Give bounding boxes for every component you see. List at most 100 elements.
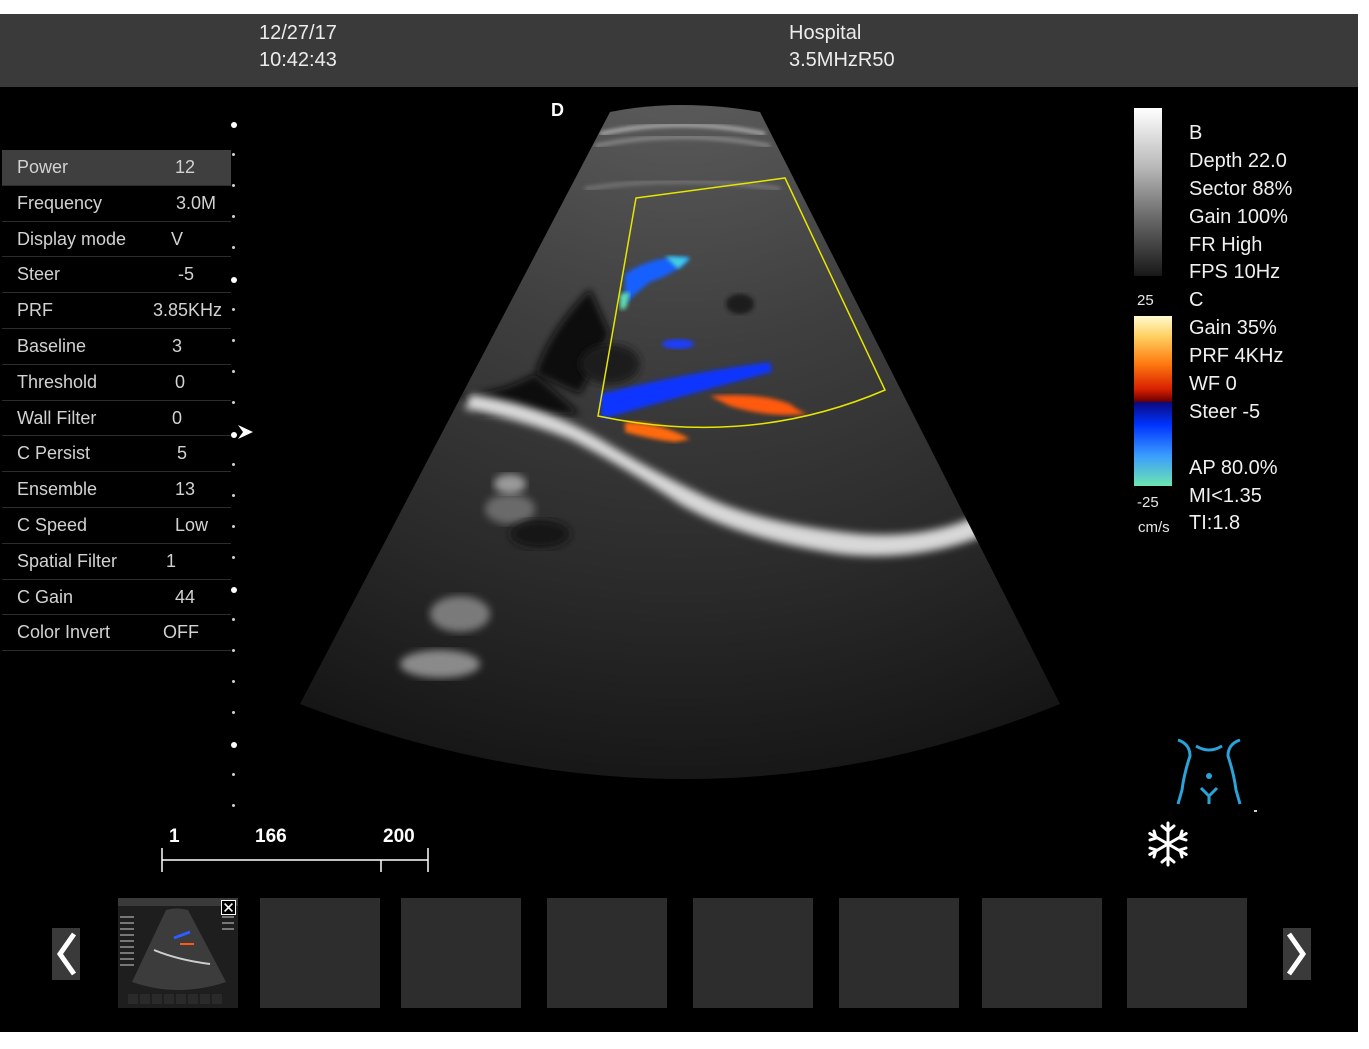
menu-item-power[interactable]: Power 12: [2, 150, 231, 186]
menu-item-c-gain[interactable]: C Gain44: [2, 580, 231, 616]
menu-item-steer[interactable]: Steer-5: [2, 257, 231, 293]
thumbnail-slot[interactable]: [547, 898, 667, 1008]
menu-item-value: 12: [175, 157, 195, 178]
thumbnail-image[interactable]: [118, 898, 238, 1008]
depth-tick-minor: [232, 711, 235, 714]
thumbnail-slot[interactable]: [1127, 898, 1247, 1008]
menu-item-display-mode[interactable]: Display mode V: [2, 222, 231, 258]
menu-item-label: Wall Filter: [17, 408, 96, 429]
depth-tick-minor: [232, 680, 235, 683]
depth-tick-minor: [232, 804, 235, 807]
depth-tick-minor: [232, 215, 235, 218]
cine-start-frame: 1: [169, 826, 180, 848]
menu-item-prf[interactable]: PRF3.85KHz: [2, 293, 231, 329]
depth-tick-major: [231, 122, 237, 128]
menu-item-value: 1: [166, 551, 176, 572]
param-frame-rate: FR High: [1189, 232, 1292, 260]
ultrasound-image[interactable]: [280, 94, 1080, 824]
depth-scale: [228, 114, 242, 834]
scan-sector: [300, 105, 1060, 779]
thumbnail-slot[interactable]: [693, 898, 813, 1008]
chevron-right-icon[interactable]: [1283, 928, 1311, 980]
menu-item-value: 5: [177, 443, 187, 464]
top-info-bar: 12/27/17 10:42:43 Hospital 3.5MHzR50: [0, 14, 1358, 87]
depth-tick-minor: [232, 153, 235, 156]
menu-item-label: Power: [17, 157, 68, 178]
depth-tick-major: [231, 742, 237, 748]
depth-tick-minor: [232, 401, 235, 404]
thumbnail-strip: [0, 894, 1358, 1014]
depth-tick-minor: [232, 246, 235, 249]
cine-end-frame: 200: [383, 826, 415, 848]
depth-tick-minor: [232, 618, 235, 621]
imaging-parameters: B Depth 22.0 Sector 88% Gain 100% FR Hig…: [1189, 120, 1292, 538]
menu-item-value: 13: [175, 479, 195, 500]
close-icon[interactable]: [221, 900, 236, 915]
param-c-gain: Gain 35%: [1189, 315, 1292, 343]
param-thermal-index: TI:1.8: [1189, 510, 1292, 538]
menu-item-label: Baseline: [17, 336, 86, 357]
menu-item-label: C Speed: [17, 515, 87, 536]
menu-item-c-persist[interactable]: C Persist 5: [2, 436, 231, 472]
menu-item-value: 3: [172, 336, 182, 357]
menu-item-label: C Gain: [17, 587, 73, 608]
param-c-header: C: [1189, 287, 1292, 315]
depth-tick-minor: [232, 308, 235, 311]
exam-date: 12/27/17: [259, 20, 337, 47]
menu-item-baseline[interactable]: Baseline 3: [2, 329, 231, 365]
menu-item-label: Frequency: [17, 193, 102, 214]
menu-item-threshold[interactable]: Threshold0: [2, 365, 231, 401]
depth-tick-major: [231, 277, 237, 283]
menu-item-label: Display mode: [17, 229, 126, 250]
depth-tick-minor: [232, 494, 235, 497]
depth-tick-minor: [232, 525, 235, 528]
menu-item-c-speed[interactable]: C SpeedLow: [2, 508, 231, 544]
param-steer: Steer -5: [1189, 399, 1292, 427]
grayscale-bar: [1134, 108, 1162, 276]
menu-item-wall-filter[interactable]: Wall Filter0: [2, 401, 231, 437]
menu-item-spatial-filter[interactable]: Spatial Filter 1: [2, 544, 231, 580]
depth-tick-minor: [232, 184, 235, 187]
thumbnail-slot[interactable]: [260, 898, 380, 1008]
menu-item-value: 3.0M: [176, 193, 216, 214]
menu-item-value: 3.85KHz: [153, 300, 222, 321]
thumbnail-preview: [118, 898, 238, 1008]
menu-item-label: Steer: [17, 264, 60, 285]
menu-item-frequency[interactable]: Frequency 3.0M: [2, 186, 231, 222]
depth-tick-minor: [232, 773, 235, 776]
velocity-unit: cm/s: [1138, 519, 1170, 536]
param-acoustic-power: AP 80.0%: [1189, 455, 1292, 483]
snowflake-freeze-icon[interactable]: [1144, 820, 1192, 868]
param-mechanical-index: MI<1.35: [1189, 483, 1292, 511]
menu-item-label: Spatial Filter: [17, 551, 117, 572]
orientation-marker: D: [551, 100, 564, 121]
depth-tick-minor: [232, 339, 235, 342]
depth-tick-minor: [232, 370, 235, 373]
exam-time: 10:42:43: [259, 47, 337, 74]
menu-item-label: Color Invert: [17, 622, 110, 643]
param-fps: FPS 10Hz: [1189, 259, 1292, 287]
param-wall-filter: WF 0: [1189, 371, 1292, 399]
menu-item-value: V: [171, 229, 183, 250]
thumbnail-slot[interactable]: [401, 898, 521, 1008]
menu-item-label: Ensemble: [17, 479, 97, 500]
depth-tick-minor: [232, 556, 235, 559]
thumbnail-slot[interactable]: [982, 898, 1102, 1008]
cine-current-frame: 166: [255, 826, 287, 848]
menu-item-label: C Persist: [17, 443, 90, 464]
param-b-header: B: [1189, 120, 1292, 148]
focus-marker-icon[interactable]: [237, 422, 255, 442]
menu-item-ensemble[interactable]: Ensemble 13: [2, 472, 231, 508]
depth-tick-major: [231, 587, 237, 593]
ultrasound-screen: 12/27/17 10:42:43 Hospital 3.5MHzR50 Pow…: [0, 14, 1358, 1032]
menu-item-color-invert[interactable]: Color InvertOFF: [2, 615, 231, 651]
chevron-left-icon[interactable]: [52, 928, 80, 980]
institution-name: Hospital: [789, 20, 861, 47]
velocity-scale-bottom: -25: [1137, 494, 1159, 511]
param-sector: Sector 88%: [1189, 176, 1292, 204]
color-velocity-bar: [1134, 316, 1172, 486]
color-doppler-menu: Power 12 Frequency 3.0M Display mode V Steer-5…: [2, 150, 231, 651]
depth-tick-minor: [232, 463, 235, 466]
abdomen-bodymark-icon: [1168, 734, 1260, 814]
thumbnail-slot[interactable]: [839, 898, 959, 1008]
